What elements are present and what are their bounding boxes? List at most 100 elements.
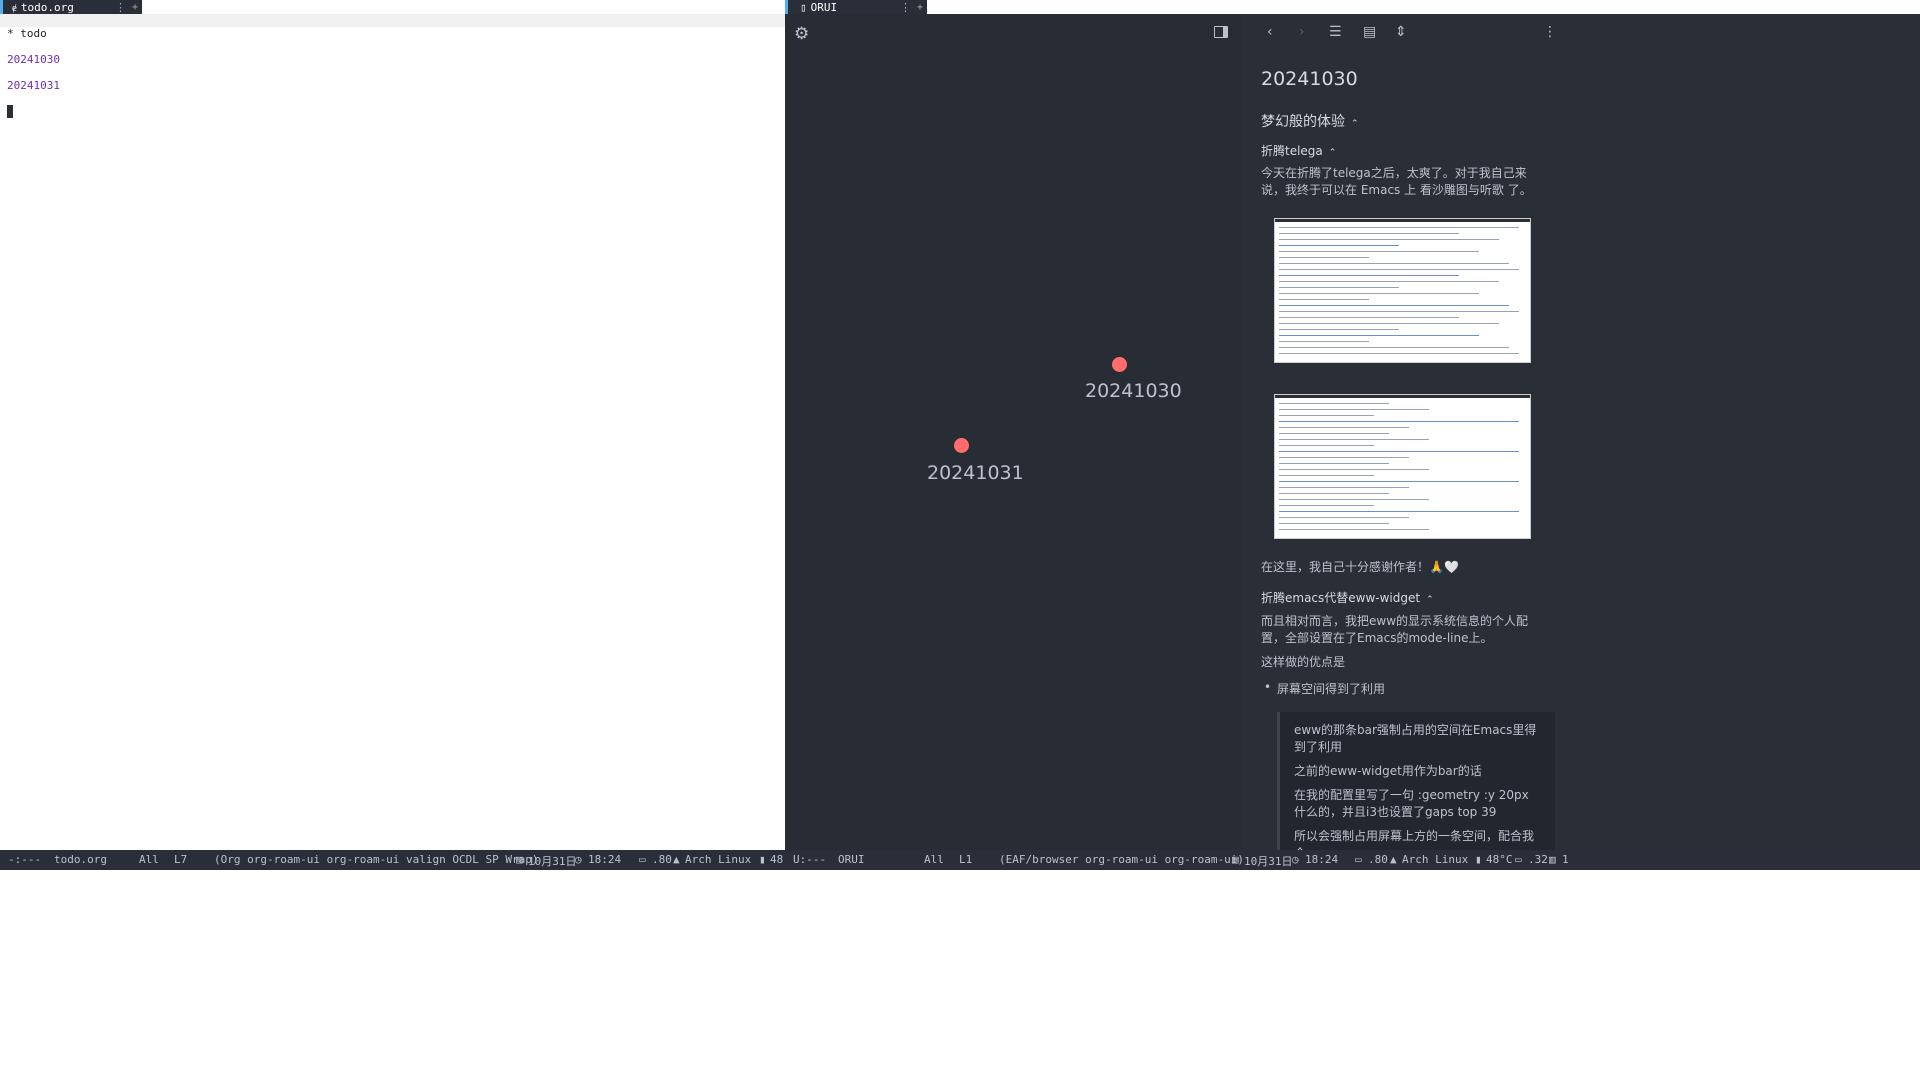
tab-orui[interactable]: ▯ ORUI ⋮ + bbox=[785, 0, 927, 14]
image-text-line bbox=[1279, 329, 1399, 330]
image-text-line bbox=[1279, 233, 1459, 234]
document-icon[interactable]: ▤ bbox=[1363, 24, 1376, 40]
roam-link[interactable]: 20241030 bbox=[7, 53, 60, 66]
image-header bbox=[1275, 219, 1530, 222]
sidebar-toggle-icon[interactable] bbox=[1214, 26, 1228, 38]
image-text-line bbox=[1279, 281, 1499, 282]
cpu-icon: ▭ bbox=[1355, 853, 1362, 866]
buffer-name[interactable]: todo.org bbox=[54, 853, 107, 866]
clock-icon: ◷ bbox=[575, 853, 582, 866]
battery-text: 48 bbox=[770, 853, 784, 866]
temperature-text: 48°C bbox=[1486, 853, 1513, 866]
image-text-line bbox=[1279, 421, 1519, 422]
subsection-heading[interactable]: 折腾telega ⌃ bbox=[1261, 142, 1336, 159]
paragraph: 今天在折腾了telega之后，太爽了。对于我自己来说，我终于可以在 Emacs … bbox=[1261, 166, 1532, 197]
image-text-line bbox=[1279, 463, 1389, 464]
left-tab-bar: ɇ todo.org ⋮ + bbox=[0, 0, 785, 14]
image-text-line bbox=[1279, 523, 1389, 524]
image-text-line bbox=[1279, 415, 1374, 416]
more-vertical-icon[interactable]: ⋮ bbox=[1543, 24, 1557, 40]
memory-icon: ▭ bbox=[1515, 853, 1522, 866]
image-text-line bbox=[1279, 403, 1389, 404]
load-text: .80 bbox=[652, 853, 672, 866]
image-text-line bbox=[1279, 439, 1429, 440]
right-window: ▯ ORUI ⋮ + ⚙ 20241030 20241031 ‹ › ☰ ▤ ⇕… bbox=[785, 0, 1920, 870]
memory-text: .32 bbox=[1528, 853, 1548, 866]
new-tab-icon[interactable]: + bbox=[917, 2, 923, 13]
image-text-line bbox=[1279, 409, 1429, 410]
quote-line: 之前的eww-widget用作为bar的话 bbox=[1294, 764, 1482, 778]
image-text-line bbox=[1279, 299, 1369, 300]
image-text-line bbox=[1279, 353, 1519, 354]
outline-icon[interactable]: ☰ bbox=[1329, 24, 1342, 40]
note-sidebar: ‹ › ☰ ▤ ⇕ ⋮ 20241030 梦幻般的体验 ⌃ 折腾telega ⌃ 今… bbox=[1241, 14, 1920, 850]
heading-text: 折腾telega bbox=[1261, 144, 1323, 158]
image-text-line bbox=[1279, 457, 1409, 458]
heading-text: 梦幻般的体验 bbox=[1261, 114, 1345, 130]
image-text-line bbox=[1279, 227, 1519, 228]
graph-node-label[interactable]: 20241030 bbox=[1085, 380, 1182, 402]
paragraph: 而且相对而言，我把eww的显示系统信息的个人配置，全部设置在了Emacs的mod… bbox=[1261, 614, 1529, 645]
tab-label: ORUI bbox=[810, 0, 838, 14]
image-text-line bbox=[1279, 451, 1519, 452]
image-text-line bbox=[1279, 427, 1409, 428]
graph-node[interactable] bbox=[1112, 357, 1127, 372]
header-line bbox=[0, 14, 785, 27]
chevron-up-icon[interactable]: ⌃ bbox=[1426, 595, 1434, 605]
gear-icon[interactable]: ⚙ bbox=[794, 24, 809, 44]
tab-menu-icon[interactable]: ⋮ bbox=[115, 1, 126, 14]
subsection-heading[interactable]: 折腾emacs代替eww-widget ⌃ bbox=[1261, 589, 1434, 606]
major-minor-modes[interactable]: (Org org-roam-ui org-roam-ui valign OCDL… bbox=[214, 853, 539, 866]
org-heading: * todo bbox=[7, 27, 47, 40]
image-text-line bbox=[1279, 275, 1459, 276]
os-text: Arch Linux bbox=[1402, 853, 1469, 866]
graph-node[interactable] bbox=[954, 438, 969, 453]
line-number: L1 bbox=[959, 853, 973, 866]
clock-icon: ◷ bbox=[1292, 853, 1299, 866]
chevron-up-icon[interactable]: ⌃ bbox=[1351, 119, 1359, 129]
arch-icon: ▲ bbox=[673, 853, 680, 866]
extra-text: 1 bbox=[1562, 853, 1569, 866]
image-text-line bbox=[1279, 245, 1399, 246]
image-text-line bbox=[1279, 341, 1369, 342]
image-text-line bbox=[1279, 317, 1459, 318]
tab-todo-org[interactable]: ɇ todo.org ⋮ + bbox=[0, 0, 142, 14]
tab-menu-icon[interactable]: ⋮ bbox=[900, 1, 911, 14]
screenshot-image bbox=[1274, 218, 1531, 363]
buffer-state: -:--- bbox=[8, 853, 42, 866]
chevron-up-icon[interactable]: ⌃ bbox=[1329, 148, 1337, 158]
roam-graph[interactable]: ⚙ 20241030 20241031 bbox=[785, 14, 1241, 850]
image-text-line bbox=[1279, 263, 1509, 264]
left-window: ɇ todo.org ⋮ + * todo 20241030 20241031 bbox=[0, 0, 785, 870]
file-icon: ▯ bbox=[800, 0, 807, 14]
image-text-line bbox=[1279, 311, 1519, 312]
image-text-line bbox=[1279, 469, 1429, 470]
time-text: 18:24 bbox=[588, 853, 622, 866]
image-text-line bbox=[1279, 511, 1519, 512]
section-heading[interactable]: 梦幻般的体验 ⌃ bbox=[1261, 111, 1359, 131]
note-title: 20241030 bbox=[1261, 68, 1358, 90]
screenshot-image bbox=[1274, 394, 1531, 539]
image-text-line bbox=[1279, 257, 1369, 258]
buffer-name[interactable]: ORUI bbox=[838, 853, 865, 866]
image-text-line bbox=[1279, 287, 1399, 288]
new-tab-icon[interactable]: + bbox=[132, 2, 138, 13]
graph-node-label[interactable]: 20241031 bbox=[927, 462, 1024, 484]
image-text-line bbox=[1279, 433, 1389, 434]
roam-link[interactable]: 20241031 bbox=[7, 79, 60, 92]
image-header bbox=[1275, 395, 1530, 398]
major-minor-modes[interactable]: (EAF/browser org-roam-ui org-roam-ui) bbox=[999, 853, 1244, 866]
image-text-line bbox=[1279, 529, 1429, 530]
date-text: 10月31日 bbox=[1244, 855, 1293, 868]
list-item: 屏幕空间得到了利用 bbox=[1264, 680, 1385, 697]
image-text-line bbox=[1279, 505, 1374, 506]
chevron-left-icon[interactable]: ‹ bbox=[1267, 24, 1273, 40]
image-text-line bbox=[1279, 481, 1519, 482]
blockquote: eww的那条bar强制占用的空间在Emacs里得到了利用 之前的eww-widg… bbox=[1277, 712, 1555, 850]
load-text: .80 bbox=[1368, 853, 1388, 866]
chevron-right-icon[interactable]: › bbox=[1299, 24, 1305, 40]
os-text: Arch Linux bbox=[685, 853, 752, 866]
image-text-line bbox=[1279, 335, 1479, 336]
collapse-icon[interactable]: ⇕ bbox=[1395, 24, 1407, 40]
time-text: 18:24 bbox=[1305, 853, 1339, 866]
